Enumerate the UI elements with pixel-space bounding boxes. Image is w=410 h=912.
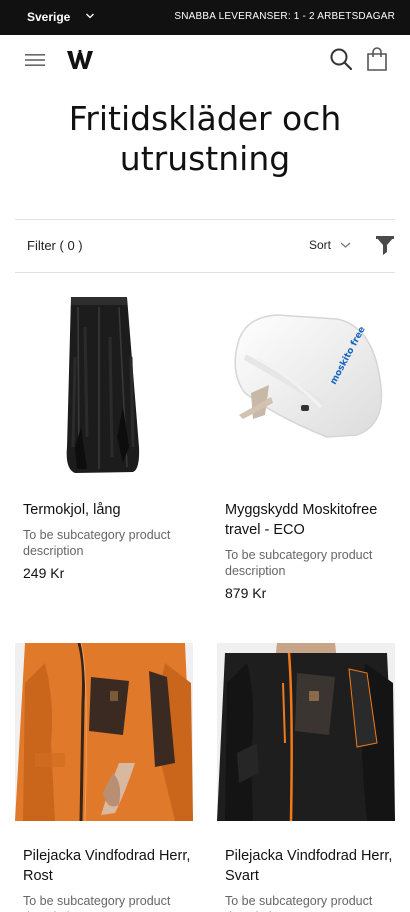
product-description: To be subcategory product description (225, 894, 373, 912)
announcement-bar: Sverige SNABBA LEVERANSER: 1 - 2 ARBETSD… (0, 0, 410, 35)
product-image-fleece-jacket-rust[interactable] (15, 643, 193, 821)
product-image-mosquito-device[interactable]: moskito free (217, 297, 395, 475)
chevron-down-icon (86, 13, 94, 19)
page-title: Fritidskläder och utrustning (68, 99, 342, 178)
product-description: To be subcategory product description (23, 894, 171, 912)
brand-logo-icon[interactable] (66, 49, 94, 71)
product-image-thermo-skirt[interactable] (15, 297, 193, 475)
sort-label: Sort (309, 238, 332, 252)
product-name[interactable]: Myggskydd Moskitofree travel - ECO (225, 500, 395, 540)
shopping-bag-icon[interactable] (366, 47, 388, 71)
country-label: Sverige (27, 10, 71, 24)
search-icon[interactable] (330, 48, 352, 70)
sort-dropdown[interactable]: Sort (309, 238, 351, 252)
product-description: To be subcategory product description (225, 548, 373, 578)
product-price: 879 Kr (225, 585, 267, 601)
product-name[interactable]: Termokjol, lång (23, 500, 193, 520)
site-header (0, 35, 410, 85)
product-description: To be subcategory product description (23, 528, 171, 558)
product-name[interactable]: Pilejacka Vindfodrad Herr, Rost (23, 846, 193, 886)
shipping-promo-text: SNABBA LEVERANSER: 1 - 2 ARBETSDAGAR (174, 11, 395, 22)
country-selector[interactable]: Sverige (27, 10, 94, 24)
chevron-down-icon (340, 242, 351, 248)
hamburger-menu-icon[interactable] (25, 52, 45, 68)
product-name[interactable]: Pilejacka Vindfodrad Herr, Svart (225, 846, 395, 886)
filter-funnel-icon[interactable] (376, 236, 394, 255)
filter-button[interactable]: Filter ( 0 ) (27, 238, 83, 253)
product-image-fleece-jacket-black[interactable] (217, 643, 395, 821)
product-price: 249 Kr (23, 565, 65, 581)
filter-sort-toolbar: Filter ( 0 ) Sort (15, 219, 395, 273)
